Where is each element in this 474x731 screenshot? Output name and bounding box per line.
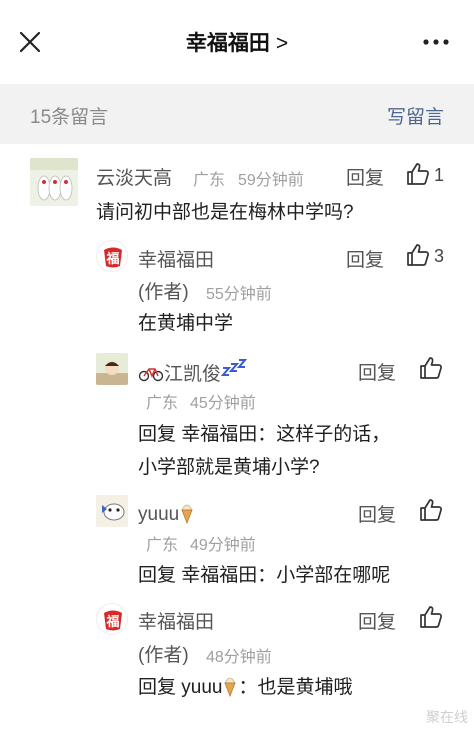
zzz-icon — [220, 359, 248, 376]
author-tag: (作者) — [138, 645, 189, 666]
comment-text: 回复 幸福福田：这样子的话， 小学部就是黄埔小学? — [138, 418, 390, 484]
comment-text: 请问初中部也是在梅林中学吗? — [96, 202, 354, 223]
comment-text-line: 回复 幸福福田：这样子的话， — [138, 424, 391, 445]
reply-button[interactable]: 回复 — [346, 245, 384, 272]
write-comment-button[interactable]: 写留言 — [387, 102, 444, 129]
watermark: 聚在线 — [426, 709, 468, 725]
reply-button[interactable]: 回复 — [358, 358, 396, 385]
more-icon[interactable] — [422, 32, 450, 52]
comment-text: 回复 幸福福田：小学部在哪呢 — [138, 565, 391, 586]
comment-location: 广东 — [193, 172, 226, 189]
page-title-text: 幸福福田 — [185, 32, 270, 55]
comment-time: 59分钟前 — [238, 172, 304, 189]
like-count: 3 — [434, 246, 445, 266]
avatar[interactable] — [96, 495, 128, 527]
thumbs-up-icon[interactable] — [405, 242, 431, 268]
like-count: 1 — [434, 165, 445, 185]
top-bar: 幸福福田 > — [0, 0, 474, 84]
comment-time: 48分钟前 — [206, 649, 272, 666]
commenter-name[interactable]: 云淡天高 — [96, 163, 172, 190]
comment-location: 广东 — [146, 395, 179, 412]
comments-header: 15条留言 写留言 — [0, 84, 474, 144]
comment-text-prefix: 回复 yuuu — [138, 677, 223, 698]
comment-time: 55分钟前 — [206, 286, 272, 303]
page-title[interactable]: 幸福福田 > — [0, 27, 474, 57]
comment-time: 45分钟前 — [190, 395, 256, 412]
reply-button[interactable]: 回复 — [346, 163, 384, 190]
avatar[interactable] — [96, 353, 128, 385]
comment-text-line: 小学部就是黄埔小学? — [138, 457, 320, 478]
thumbs-up-icon[interactable] — [418, 355, 444, 381]
comment-time: 49分钟前 — [190, 537, 256, 554]
bicycle-icon — [138, 368, 164, 382]
thumbs-up-icon[interactable] — [418, 497, 444, 523]
comment-text: 在黄埔中学 — [138, 313, 234, 334]
comment-location: 广东 — [146, 537, 179, 554]
chevron-right-icon: > — [275, 32, 289, 55]
thumbs-up-icon[interactable] — [418, 604, 444, 630]
commenter-name[interactable]: yuuu — [138, 500, 195, 526]
avatar[interactable]: 福 — [96, 240, 128, 272]
comment-count: 15条留言 — [30, 107, 109, 128]
avatar[interactable] — [30, 158, 78, 206]
thumbs-up-icon[interactable] — [405, 161, 431, 187]
svg-text:福: 福 — [105, 614, 119, 630]
comment-text-suffix: ：也是黄埔哦 — [238, 677, 353, 698]
commenter-name[interactable]: 幸福福田 — [138, 607, 214, 634]
comment-text: 回复 yuuu ：也是黄埔哦 — [138, 671, 353, 704]
avatar[interactable]: 福 — [96, 603, 128, 635]
author-tag: (作者) — [138, 282, 189, 303]
ice-cream-icon — [181, 504, 193, 525]
commenter-name-text: yuuu — [138, 504, 180, 525]
reply-button[interactable]: 回复 — [358, 500, 396, 527]
svg-text:福: 福 — [105, 251, 119, 267]
commenter-name[interactable]: 江凯俊 — [138, 358, 248, 386]
ice-cream-icon — [224, 677, 237, 698]
reply-button[interactable]: 回复 — [358, 607, 396, 634]
commenter-name-text: 江凯俊 — [164, 364, 222, 385]
commenter-name[interactable]: 幸福福田 — [138, 245, 214, 272]
